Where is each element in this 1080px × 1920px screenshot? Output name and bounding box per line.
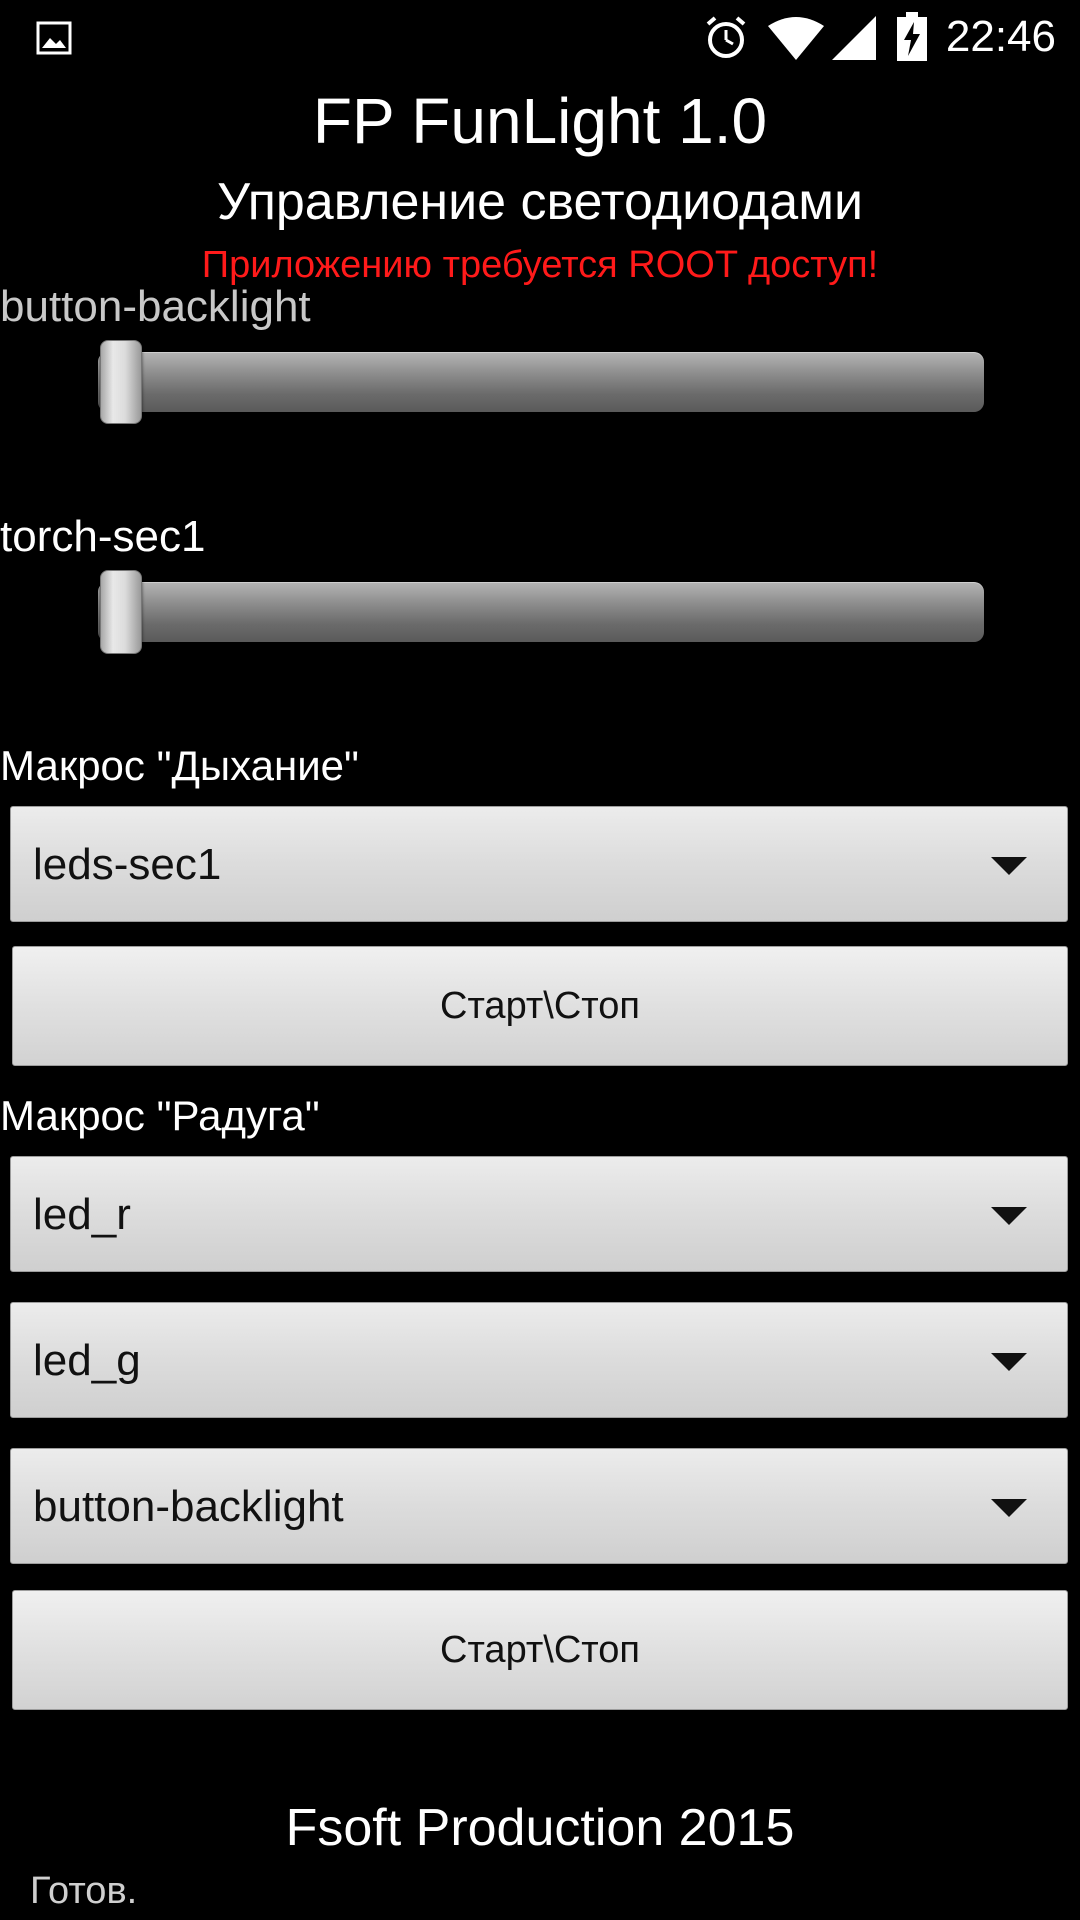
slider-thumb-torch-sec1[interactable]	[100, 570, 142, 654]
slider-thumb-button-backlight[interactable]	[100, 340, 142, 424]
app-subtitle: Управление светодиодами	[217, 173, 863, 231]
status-text: Готов.	[30, 1870, 138, 1912]
wifi-icon	[768, 17, 824, 60]
spinner-rainbow-blue[interactable]: button-backlight	[10, 1448, 1068, 1564]
status-bar: 22:46	[0, 0, 1080, 78]
spinner-value: leds-sec1	[33, 840, 222, 889]
slider-torch-sec1[interactable]	[98, 582, 984, 642]
spinner-breath-led[interactable]: leds-sec1	[10, 806, 1068, 922]
chevron-down-icon	[991, 1499, 1027, 1517]
start-stop-rainbow-button[interactable]: Старт\Стоп	[12, 1590, 1068, 1710]
slider-label-button-backlight: button-backlight	[0, 282, 311, 331]
battery-charging-icon	[897, 12, 927, 61]
slider-label-torch-sec1: torch-sec1	[0, 512, 206, 561]
chevron-down-icon	[991, 1207, 1027, 1225]
chevron-down-icon	[991, 857, 1027, 875]
signal-icon	[832, 16, 876, 60]
footer-credits: Fsoft Production 2015	[285, 1799, 795, 1857]
spinner-value: button-backlight	[33, 1482, 344, 1531]
app-title: FP FunLight 1.0	[312, 85, 768, 157]
spinner-value: led_g	[33, 1336, 141, 1385]
image-notification-icon	[36, 21, 72, 55]
alarm-icon	[706, 16, 746, 58]
chevron-down-icon	[991, 1353, 1027, 1371]
root-warning: Приложению требуется ROOT доступ!	[201, 244, 879, 286]
spinner-rainbow-green[interactable]: led_g	[10, 1302, 1068, 1418]
macro-rainbow-label: Макрос "Радуга"	[0, 1092, 320, 1139]
spinner-value: led_r	[33, 1190, 131, 1239]
slider-button-backlight[interactable]	[98, 352, 984, 412]
start-stop-breath-button[interactable]: Старт\Стоп	[12, 946, 1068, 1066]
status-time: 22:46	[945, 12, 1056, 61]
spinner-rainbow-red[interactable]: led_r	[10, 1156, 1068, 1272]
macro-breath-label: Макрос "Дыхание"	[0, 742, 359, 789]
